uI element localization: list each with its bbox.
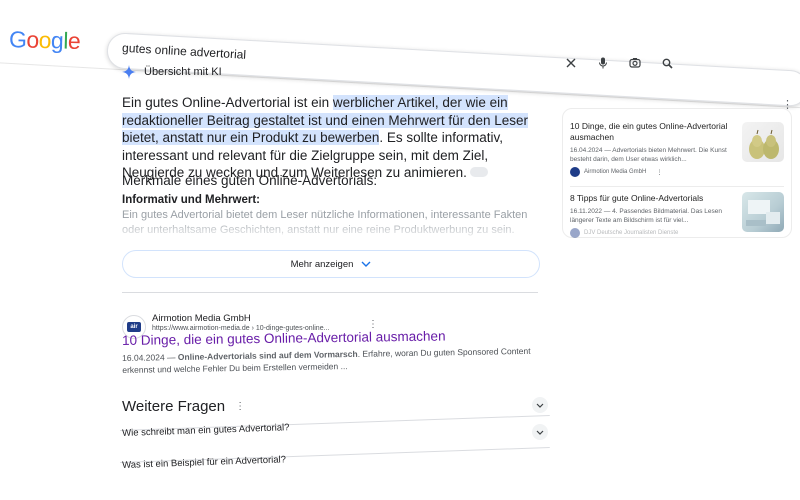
show-more-label: Mehr anzeigen xyxy=(290,258,354,270)
snippet-date: 16.04.2024 — xyxy=(122,352,178,363)
result-snippet: 16.04.2024 — Online-Advertorials sind au… xyxy=(122,344,552,376)
logo-letter-3: o xyxy=(38,26,52,54)
pears-thumbnail xyxy=(742,122,784,162)
search-box-icons xyxy=(560,52,678,74)
paa-question[interactable]: Wie schreibt man ein gutes Advertorial? xyxy=(122,422,290,439)
show-more-button[interactable]: Mehr anzeigen xyxy=(122,250,540,278)
chevron-down-icon xyxy=(361,261,371,267)
lens-icon[interactable] xyxy=(624,52,646,74)
ai-overview-label: Übersicht mit KI xyxy=(144,66,222,78)
snippet-bold: Online-Advertorials sind auf dem Vormars… xyxy=(177,348,358,363)
sparkle-icon xyxy=(122,65,136,79)
result-site-name[interactable]: Airmotion Media GmbH xyxy=(152,313,251,324)
paa-question[interactable]: Was ist ein Beispiel für ein Advertorial… xyxy=(122,454,286,471)
office-thumbnail xyxy=(742,192,784,232)
search-results-page: Google gutes online advertorial Übersich… xyxy=(0,0,800,500)
section-divider xyxy=(122,292,538,293)
chevron-down-icon[interactable] xyxy=(532,397,548,413)
site-favicon-icon xyxy=(570,228,580,238)
card-separator xyxy=(570,186,784,187)
source-card-title: 10 Dinge, die ein gutes Online-Advertori… xyxy=(570,121,728,142)
search-icon[interactable] xyxy=(656,52,678,74)
result-favicon-text: air xyxy=(127,322,141,332)
logo-letter-6: e xyxy=(67,27,81,54)
logo-letter-1: G xyxy=(8,26,27,53)
source-card-site-name: DJV Deutsche Journalisten Dienste xyxy=(584,230,679,236)
source-card-title: 8 Tipps für gute Online-Advertorials xyxy=(570,193,704,203)
people-also-ask-heading: Weitere Fragen ⋮ xyxy=(122,398,245,415)
source-card-desc: 16.11.2022 — 4. Passendes Bildmaterial. … xyxy=(570,208,722,224)
clear-icon[interactable] xyxy=(560,52,582,74)
microphone-icon[interactable] xyxy=(592,52,614,74)
logo-letter-2: o xyxy=(26,26,40,53)
source-card-site-name: Airmotion Media GmbH xyxy=(584,169,647,175)
chevron-down-icon[interactable] xyxy=(532,424,548,440)
source-card-site: Airmotion Media GmbH ⋮ xyxy=(570,167,784,177)
google-logo[interactable]: Google xyxy=(9,26,81,55)
search-input[interactable]: gutes online advertorial xyxy=(122,41,247,62)
ai-overview-subheading: Merkmale eines guten Online-Advertorials… xyxy=(122,173,378,188)
ai-overview-intro: Ein gutes Online-Advertorial ist ein wer… xyxy=(122,94,542,182)
fade-overlay xyxy=(118,218,548,242)
source-card-desc: 16.04.2024 — Advertorials bieten Mehrwer… xyxy=(570,147,727,163)
result-title-link[interactable]: 10 Dinge, die ein gutes Online-Advertori… xyxy=(122,328,446,348)
site-favicon-icon xyxy=(570,167,580,177)
ai-overview-point-title: Informativ und Mehrwert: xyxy=(122,194,261,206)
link-chip-icon[interactable] xyxy=(469,167,488,178)
ai-overview-header: Übersicht mit KI xyxy=(122,65,222,79)
paa-menu-icon[interactable]: ⋮ xyxy=(235,401,245,412)
paa-heading-text: Weitere Fragen xyxy=(122,398,226,415)
intro-text-1: Ein gutes Online-Advertorial ist ein xyxy=(122,95,333,110)
logo-letter-4: g xyxy=(50,27,64,54)
card-menu-icon[interactable]: ⋮ xyxy=(656,169,662,176)
result-menu-icon[interactable]: ⋮ xyxy=(368,319,378,330)
